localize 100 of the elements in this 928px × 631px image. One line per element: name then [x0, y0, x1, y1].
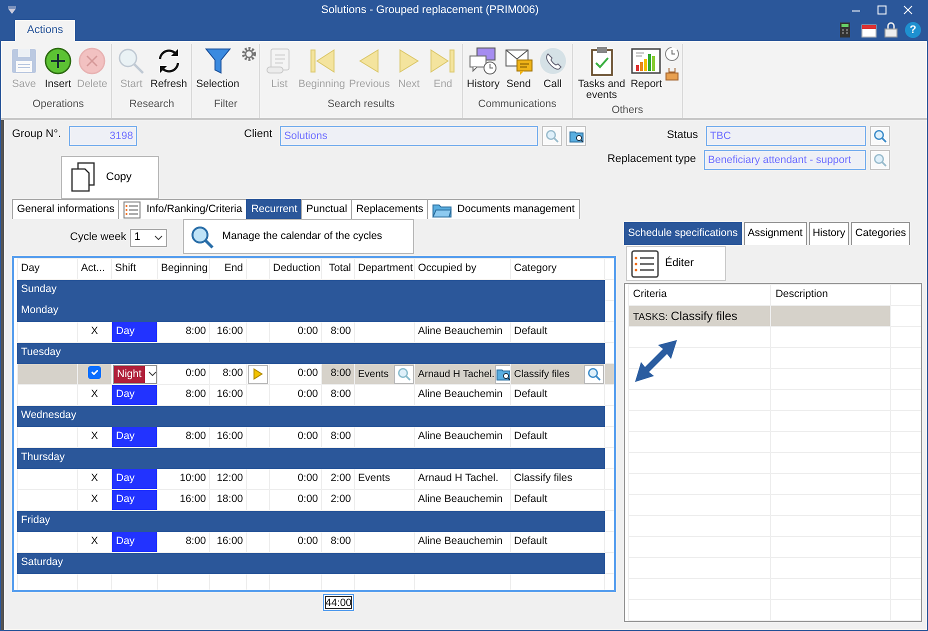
double-arrow-icon — [633, 338, 677, 384]
caret-icon — [154, 234, 164, 241]
column-header: Day — [18, 258, 78, 280]
play-icon — [253, 368, 263, 380]
column-header: Occupied by — [414, 258, 510, 280]
day-header: Saturday — [18, 552, 604, 574]
tab[interactable]: Categories — [851, 222, 910, 246]
help-button[interactable]: ? — [905, 22, 921, 38]
tab[interactable]: Recurrent — [246, 199, 302, 220]
tab[interactable]: Info/Ranking/Criteria — [118, 199, 248, 220]
table-cell: 10:00 — [158, 468, 210, 490]
tab[interactable]: History — [808, 222, 850, 246]
cycle-week-dropdown[interactable]: 1 — [130, 228, 168, 247]
quick-access-icon — [7, 6, 17, 14]
search-button[interactable] — [584, 364, 604, 384]
documents-icon — [70, 161, 96, 194]
settings-icon — [241, 46, 258, 62]
call-button[interactable]: Call — [536, 44, 570, 92]
folder-icon — [432, 202, 452, 218]
history-button[interactable]: History — [464, 44, 502, 92]
checkbox[interactable] — [88, 366, 101, 380]
table-cell: Classify files — [670, 308, 738, 323]
ribbon-tab[interactable]: Actions — [15, 20, 76, 41]
play-button[interactable] — [248, 364, 268, 384]
folder-search-icon — [568, 128, 584, 143]
group-label: Research — [128, 96, 176, 112]
field-label: Client — [244, 126, 272, 142]
close-icon — [903, 5, 913, 16]
list-icon — [631, 250, 659, 278]
tab[interactable]: Documents management — [427, 199, 580, 220]
shift-cell: Day — [112, 426, 158, 448]
calculator-icon — [839, 22, 851, 38]
window-title: Solutions - Grouped replacement (PRIM006) — [320, 2, 540, 18]
tab[interactable]: Punctual — [301, 199, 352, 220]
column-header: Category — [510, 258, 604, 280]
selection-button[interactable]: Selection — [194, 44, 242, 92]
criteria-tag: TASKS: — [633, 312, 668, 323]
table-cell-text: Classify files — [514, 368, 570, 382]
field-label: Status — [666, 128, 698, 144]
inbox-tray-icon — [664, 66, 680, 82]
list-icon — [123, 200, 142, 219]
day-header: Thursday — [18, 448, 604, 469]
table-cell: 8:00 — [210, 364, 246, 385]
table-cell: 2:00 — [322, 468, 354, 490]
group-label: Others — [610, 102, 644, 118]
send-button[interactable]: Send — [502, 44, 536, 92]
shift-cell: Day — [112, 532, 158, 553]
field-label: Group N°. — [12, 126, 62, 142]
clock-button[interactable] — [664, 46, 680, 62]
field-label: Replacement type — [607, 152, 696, 168]
table-cell: Arnaud H Tachel. — [414, 468, 510, 490]
group-label: Filter — [213, 96, 238, 112]
tab[interactable]: Replacements — [351, 199, 428, 220]
group-label: Communications — [477, 96, 558, 112]
day-header: Wednesday — [18, 406, 604, 427]
lock-icon — [883, 22, 899, 38]
day-header: Sunday — [18, 280, 604, 301]
copy-button[interactable]: Copy — [61, 156, 159, 199]
search-icon — [873, 128, 887, 143]
table-cell: 0:00 — [270, 364, 322, 385]
tray-button[interactable] — [664, 66, 680, 82]
table-cell-text: Events — [358, 368, 389, 382]
lock-button[interactable] — [883, 22, 899, 38]
tasks-button[interactable]: Tasks and events — [574, 44, 629, 103]
tab[interactable]: General informations — [12, 199, 120, 220]
folder-search-icon — [496, 367, 510, 382]
search-icon — [397, 367, 411, 382]
column-header: Criteria — [628, 284, 771, 306]
shift-cell: Day — [112, 468, 158, 490]
day-header: Friday — [18, 510, 604, 532]
tab[interactable]: Assignment — [744, 222, 807, 246]
settings-button[interactable] — [241, 46, 258, 62]
tab[interactable]: Schedule specifications — [624, 222, 742, 246]
shift-cell: Day — [112, 384, 158, 406]
maximize-icon — [877, 5, 887, 16]
edit-button[interactable]: Éditer — [626, 246, 726, 282]
refresh-button[interactable]: Refresh — [148, 44, 190, 92]
lookup-button[interactable] — [566, 126, 586, 146]
group-label: Operations — [31, 96, 85, 112]
caret-icon — [148, 370, 156, 377]
report-button[interactable]: Report — [628, 44, 664, 92]
shift-cell: Day — [112, 490, 158, 511]
manage-calendar-button[interactable]: Manage the calendar of the cycles — [183, 219, 414, 254]
calendar-button[interactable] — [861, 22, 877, 38]
shift-dropdown[interactable]: Night — [113, 364, 156, 384]
table-cell-text: Arnaud H Tachel. — [418, 368, 495, 382]
field-label: Cycle week — [70, 230, 126, 246]
search-icon — [873, 152, 887, 167]
table-cell: 12:00 — [210, 468, 246, 490]
search-icon — [190, 224, 214, 249]
lookup-button[interactable] — [494, 364, 510, 384]
cross-circle-icon — [77, 46, 108, 76]
clock-icon — [664, 46, 680, 62]
plus-circle-icon — [43, 46, 73, 76]
insert-button[interactable]: Insert — [41, 44, 75, 92]
search-button[interactable] — [870, 126, 890, 146]
group-label: Search results — [326, 96, 396, 112]
table-cell: Events — [354, 468, 414, 490]
day-header: Tuesday — [18, 342, 604, 364]
table-cell: 0:00 — [158, 364, 210, 385]
